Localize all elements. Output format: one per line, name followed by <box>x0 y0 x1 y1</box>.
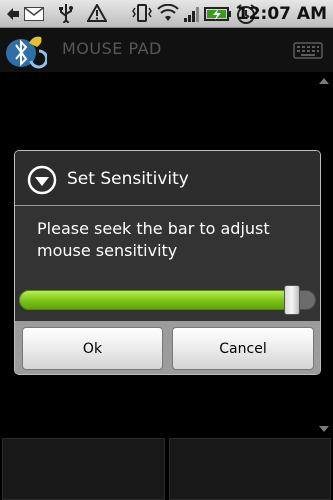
left-mouse-button[interactable] <box>2 438 165 500</box>
signal-icon <box>184 7 199 22</box>
battery-charging-icon <box>204 7 231 21</box>
scroll-up-arrow-icon[interactable] <box>319 78 329 84</box>
keyboard-icon[interactable] <box>293 40 323 60</box>
cancel-button[interactable]: Cancel <box>172 327 314 370</box>
dialog-message: Please seek the bar to adjust mouse sens… <box>37 219 270 260</box>
warning-icon <box>87 4 107 22</box>
back-icon <box>7 8 19 20</box>
seekbar-fill <box>19 290 292 310</box>
scroll-down-arrow-icon[interactable] <box>319 426 329 432</box>
sensitivity-seekbar[interactable] <box>19 285 316 315</box>
dialog-header: Set Sensitivity <box>15 151 320 206</box>
clock-ampm: AM <box>296 4 327 24</box>
right-mouse-button[interactable] <box>169 438 331 500</box>
app-title-bar: MOUSE PAD <box>0 28 333 72</box>
gmail-icon <box>24 7 44 21</box>
ok-button[interactable]: Ok <box>22 327 163 370</box>
bluetooth-mouse-logo-icon <box>6 36 47 69</box>
sensitivity-dialog: Set Sensitivity Please seek the bar to a… <box>14 150 321 375</box>
status-bar: 12:07 AM <box>0 0 333 28</box>
dialog-title: Set Sensitivity <box>67 169 189 189</box>
app-title: MOUSE PAD <box>62 39 162 58</box>
clock-time: 12:07 <box>236 4 291 24</box>
vibrate-icon <box>132 4 152 22</box>
seekbar-thumb[interactable] <box>284 285 300 315</box>
dialog-footer: Ok Cancel <box>15 321 320 374</box>
chevron-down-circle-icon <box>27 165 57 195</box>
wifi-icon <box>157 4 179 21</box>
clock: 12:07 AM <box>237 4 327 24</box>
usb-icon <box>59 4 73 23</box>
